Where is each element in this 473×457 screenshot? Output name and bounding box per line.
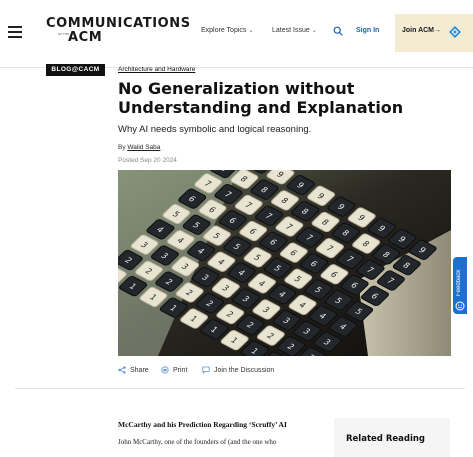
search-icon[interactable] (333, 26, 343, 36)
menu-icon[interactable] (8, 26, 22, 38)
byline-prefix: By (118, 144, 128, 151)
join-acm-button[interactable]: Join ACM→ (395, 14, 473, 52)
chevron-down-icon: ⌄ (311, 28, 317, 34)
feedback-label: Feedback (456, 269, 462, 297)
chevron-down-icon: ⌄ (248, 28, 254, 34)
posted-date: Posted Sep 20 2024 (118, 157, 177, 164)
category-link[interactable]: Architecture and Hardware (118, 66, 195, 73)
hero-image: 9876543219876543219876543219876543219876… (118, 170, 451, 356)
logo-line-1: COMMUNICATIONS (46, 16, 191, 31)
top-navigation-bar: COMMUNICATIONS OF THE ACM Explore Topics ⌄… (0, 0, 473, 68)
author-link[interactable]: Walid Saba (127, 144, 160, 151)
share-button[interactable]: Share (118, 366, 149, 374)
section-divider (15, 388, 465, 389)
print-label: Print (173, 366, 188, 374)
section-heading: McCarthy and his Prediction Regarding ‘S… (118, 420, 287, 429)
nav-explore-topics[interactable]: Explore Topics ⌄ (201, 27, 253, 34)
join-acm-label: Join ACM→ (402, 27, 441, 34)
share-icon (118, 366, 126, 374)
feedback-tab[interactable]: Feedback (453, 257, 467, 314)
sign-in-link[interactable]: Sign In (356, 27, 379, 34)
nav-explore-topics-label: Explore Topics (201, 27, 247, 34)
comment-icon (202, 366, 210, 374)
logo-acm-text: ACM (68, 30, 103, 45)
logo-small-text: OF THE (58, 32, 70, 36)
body-paragraph: John McCarthy, one of the founders of (a… (118, 438, 277, 446)
article-title: No Generalization without Understanding … (118, 79, 404, 117)
related-reading-title: Related Reading (346, 434, 426, 444)
logo-line-2: OF THE ACM (58, 30, 191, 45)
nav-latest-issue[interactable]: Latest Issue ⌄ (272, 27, 317, 34)
share-label: Share (130, 366, 149, 374)
feedback-icon (455, 301, 465, 311)
join-acm-text: Join ACM (402, 27, 435, 34)
acm-diamond-icon (449, 26, 461, 38)
related-reading-panel: Related Reading (334, 418, 450, 457)
site-logo[interactable]: COMMUNICATIONS OF THE ACM (46, 17, 191, 44)
blog-badge[interactable]: BLOG@CACM (46, 64, 105, 76)
calculator-illustration: 9876543219876543219876543219876543219876… (118, 170, 451, 356)
byline: By Walid Saba (118, 144, 160, 151)
print-icon (161, 366, 169, 374)
join-discussion-button[interactable]: Join the Discussion (202, 366, 274, 374)
nav-latest-issue-label: Latest Issue (272, 27, 310, 34)
article-subtitle: Why AI needs symbolic and logical reason… (118, 124, 312, 135)
arrow-right-icon: → (434, 27, 442, 34)
join-discussion-label: Join the Discussion (214, 366, 275, 374)
print-button[interactable]: Print (161, 366, 187, 374)
